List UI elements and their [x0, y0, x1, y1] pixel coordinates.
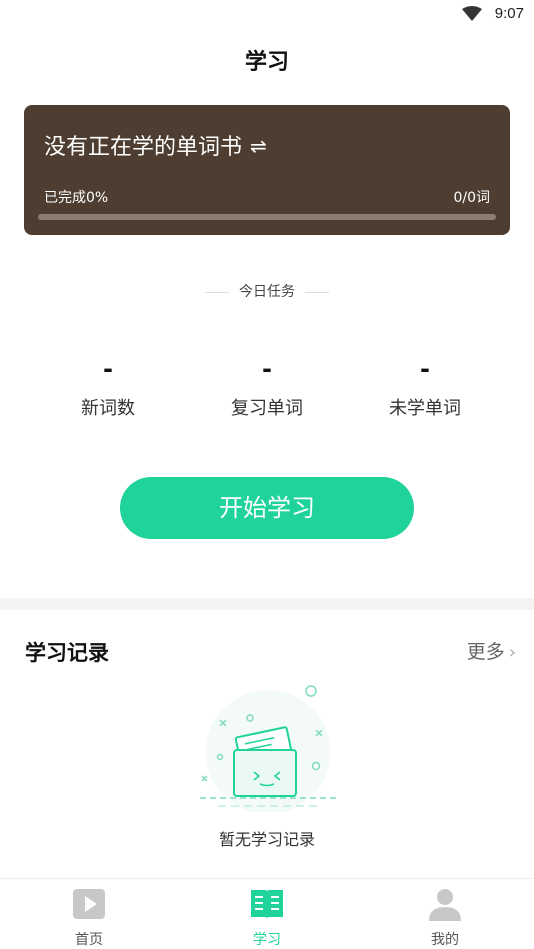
- book-icon: [251, 890, 283, 919]
- stat-label: 新词数: [81, 398, 135, 419]
- tab-home[interactable]: 首页: [29, 885, 149, 949]
- progress-bar: [38, 214, 496, 220]
- tab-label: 首页: [75, 932, 103, 948]
- page-title: 学习: [244, 50, 289, 75]
- switch-icon[interactable]: ⇌: [250, 134, 267, 158]
- book-card[interactable]: 没有正在学的单词书 ⇌ 已完成0% 0/0词: [24, 105, 510, 235]
- empty-records-text: 暂无学习记录: [218, 830, 315, 849]
- heading-divider-left: [205, 291, 229, 293]
- more-link[interactable]: 更多 ›: [467, 637, 516, 664]
- wifi-icon: [462, 6, 482, 21]
- user-icon: [429, 889, 461, 921]
- stat-value: -: [262, 355, 272, 383]
- tab-mine[interactable]: 我的: [385, 885, 505, 949]
- stat-value: -: [103, 355, 113, 383]
- status-time: 9:07: [494, 5, 524, 22]
- stat-new-words: - 新词数: [48, 352, 168, 420]
- stat-label: 未学单词: [389, 398, 461, 419]
- stat-label: 复习单词: [231, 398, 303, 419]
- today-tasks-heading: 今日任务: [0, 281, 534, 301]
- section-divider: [0, 598, 534, 610]
- records-title: 学习记录: [25, 641, 109, 665]
- heading-divider-right: [305, 291, 329, 293]
- bottom-tabbar: 首页 学习 我的: [0, 878, 534, 949]
- book-title-row[interactable]: 没有正在学的单词书 ⇌: [44, 129, 267, 161]
- progress-label: 已完成0%: [44, 190, 109, 206]
- today-tasks-label: 今日任务: [239, 284, 295, 300]
- stat-unlearned-words: - 未学单词: [365, 352, 485, 420]
- tab-label: 学习: [253, 932, 281, 948]
- start-learning-button[interactable]: 开始学习: [120, 477, 414, 539]
- tab-learn[interactable]: 学习: [207, 885, 327, 949]
- play-icon: [73, 889, 105, 919]
- more-label: 更多: [466, 641, 505, 663]
- book-title: 没有正在学的单词书: [44, 135, 243, 160]
- progress-count: 0/0词: [453, 190, 490, 206]
- empty-folder-illustration: [200, 685, 336, 812]
- status-bar: 9:07: [0, 0, 534, 28]
- stat-value: -: [420, 355, 430, 383]
- tab-label: 我的: [431, 932, 459, 948]
- chevron-right-icon: ›: [508, 642, 516, 663]
- stat-review-words: - 复习单词: [207, 352, 327, 420]
